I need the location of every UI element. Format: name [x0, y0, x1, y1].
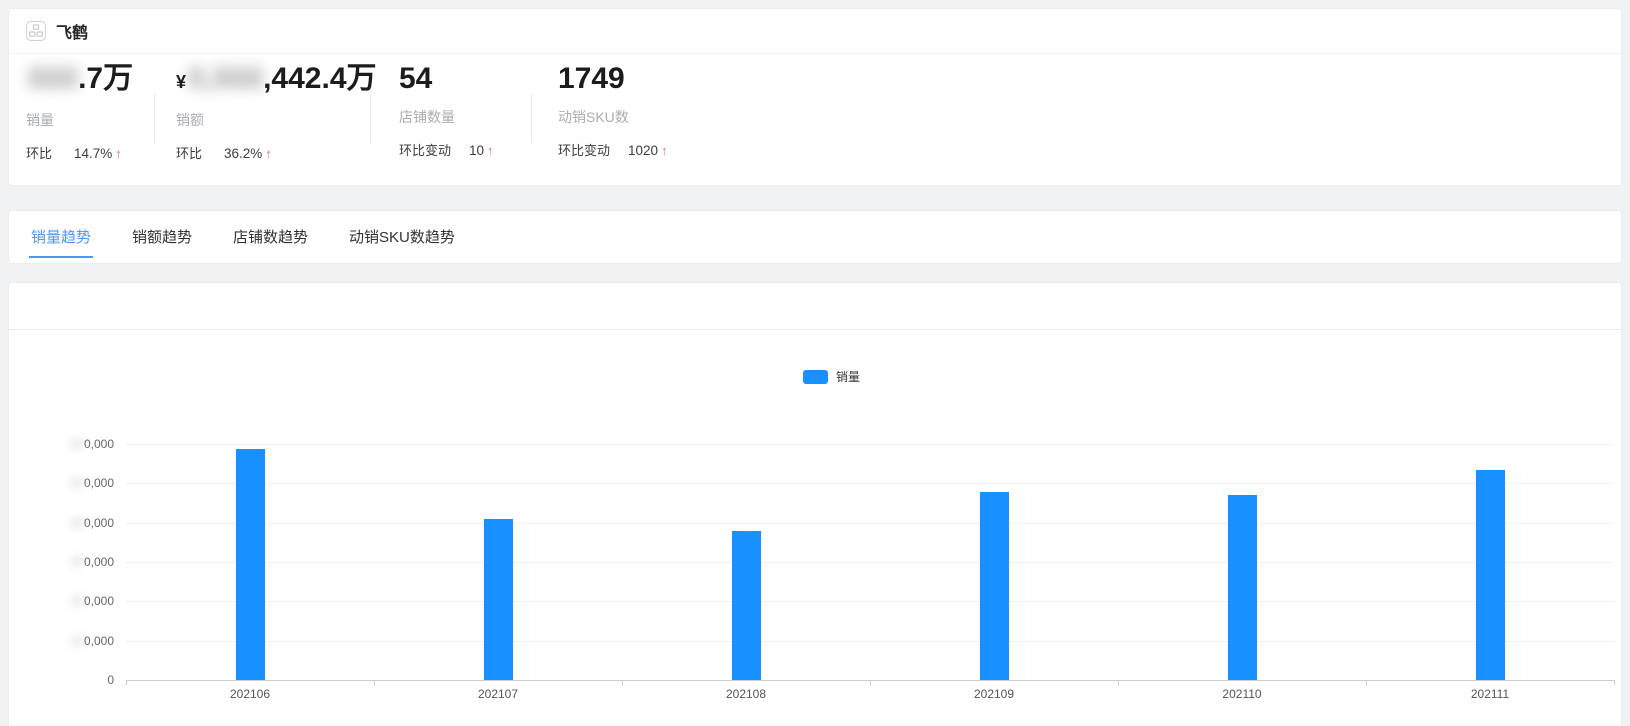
bar-202110[interactable] — [1228, 495, 1257, 680]
redacted-digits: 8,888 — [188, 62, 263, 95]
visible-digits: 0,000 — [84, 634, 114, 648]
x-axis-label: 202110 — [1197, 687, 1287, 701]
change-label: 环比变动 — [399, 143, 451, 158]
brand-icon — [26, 21, 46, 41]
stat-active-sku-count: 1749 动销SKU数 环比变动 1020↑ — [558, 60, 668, 159]
tab-active-sku-trend[interactable]: 动销SKU数趋势 — [347, 226, 457, 256]
stats-row: 888.7万 销量 环比14.7%↑ ¥8,888,442.4万 销额 环比36… — [9, 54, 1621, 185]
divider — [531, 94, 532, 142]
brand-summary-card: 飞鹤 888.7万 销量 环比14.7%↑ ¥8,888,442.4万 销额 环… — [8, 8, 1622, 186]
visible-digits: 1749 — [558, 62, 625, 95]
bar-202109[interactable] — [980, 492, 1009, 680]
redacted-digits: 888 — [28, 62, 78, 95]
bar-202107[interactable] — [484, 519, 513, 680]
x-axis-tick — [870, 680, 871, 685]
gridline — [126, 483, 1614, 484]
change-label: 环比变动 — [558, 143, 610, 158]
stat-label: 销量 — [26, 110, 133, 130]
visible-digits: .7万 — [78, 62, 133, 95]
stat-change: 环比 36.2%↑ — [176, 143, 377, 162]
currency-prefix: ¥ — [176, 72, 186, 92]
trend-tabs-card: 销量趋势 销额趋势 店铺数趋势 动销SKU数趋势 — [8, 210, 1622, 264]
bar-202111[interactable] — [1476, 470, 1505, 680]
stat-value: 54 — [399, 60, 494, 98]
y-axis-label: 600,000 — [9, 436, 114, 452]
change-label: 环比 — [26, 146, 52, 161]
divider — [154, 94, 155, 142]
tab-sales-volume-trend[interactable]: 销量趋势 — [29, 226, 93, 258]
x-axis-tick — [622, 680, 623, 685]
up-arrow-icon: ↑ — [487, 143, 494, 158]
change-value: 1020 — [628, 143, 658, 158]
tab-store-count-trend[interactable]: 店铺数趋势 — [231, 226, 310, 256]
x-axis-label: 202106 — [205, 687, 295, 701]
x-axis-label: 202111 — [1445, 687, 1535, 701]
visible-digits: 0,000 — [84, 437, 114, 451]
gridline — [126, 601, 1614, 602]
y-axis-label: 200,000 — [9, 593, 114, 609]
up-arrow-icon: ↑ — [115, 146, 122, 161]
gridline — [126, 523, 1614, 524]
y-axis-label: 400,000 — [9, 515, 114, 531]
redacted-digits: 30 — [71, 554, 84, 570]
up-arrow-icon: ↑ — [265, 146, 272, 161]
visible-digits: 0,000 — [84, 594, 114, 608]
stat-sales-volume: 888.7万 销量 环比 14.7%↑ — [26, 60, 133, 162]
y-axis-label: 100,000 — [9, 633, 114, 649]
x-axis-label: 202108 — [701, 687, 791, 701]
card-header: 飞鹤 — [9, 9, 1621, 54]
stat-sales-amount: ¥8,888,442.4万 销额 环比 36.2%↑ — [176, 60, 377, 162]
x-axis-tick — [1614, 680, 1615, 685]
tab-bar: 销量趋势 销额趋势 店铺数趋势 动销SKU数趋势 — [9, 211, 1621, 258]
x-axis-tick — [1366, 680, 1367, 685]
chart-plot: 0100,000200,000300,000400,000500,000600,… — [9, 283, 1623, 726]
gridline — [126, 444, 1614, 445]
visible-digits: 0,000 — [84, 516, 114, 530]
x-axis-tick — [374, 680, 375, 685]
x-axis-label: 202107 — [453, 687, 543, 701]
gridline — [126, 562, 1614, 563]
stat-label: 动销SKU数 — [558, 107, 668, 127]
redacted-digits: 50 — [71, 475, 84, 491]
y-axis-label: 500,000 — [9, 475, 114, 491]
visible-digits: 0,000 — [84, 555, 114, 569]
x-axis-label: 202109 — [949, 687, 1039, 701]
redacted-digits: 60 — [71, 436, 84, 452]
stat-value: 1749 — [558, 60, 668, 98]
stat-change: 环比变动 1020↑ — [558, 140, 668, 159]
visible-digits: 0,000 — [84, 476, 114, 490]
change-value: 10 — [469, 143, 484, 158]
visible-digits: ,442.4万 — [263, 62, 376, 95]
x-axis-tick — [126, 680, 127, 685]
trend-chart-card: 销量 0100,000200,000300,000400,000500,0006… — [8, 282, 1622, 726]
up-arrow-icon: ↑ — [661, 143, 668, 158]
change-label: 环比 — [176, 146, 202, 161]
stat-label: 销额 — [176, 110, 377, 130]
redacted-digits: 40 — [71, 515, 84, 531]
stat-store-count: 54 店铺数量 环比变动 10↑ — [399, 60, 494, 159]
stat-change: 环比变动 10↑ — [399, 140, 494, 159]
brand-title: 飞鹤 — [56, 19, 88, 43]
gridline — [126, 641, 1614, 642]
y-axis-label: 300,000 — [9, 554, 114, 570]
stat-value: 888.7万 — [26, 60, 133, 101]
redacted-digits: 10 — [71, 633, 84, 649]
redacted-digits: 20 — [71, 593, 84, 609]
bar-202106[interactable] — [236, 449, 265, 680]
x-axis-tick — [1118, 680, 1119, 685]
stat-value: ¥8,888,442.4万 — [176, 60, 377, 101]
tab-sales-amount-trend[interactable]: 销额趋势 — [130, 226, 194, 256]
stat-change: 环比 14.7%↑ — [26, 143, 133, 162]
bar-202108[interactable] — [732, 531, 761, 680]
stat-label: 店铺数量 — [399, 107, 494, 127]
change-value: 14.7% — [74, 146, 112, 161]
change-value: 36.2% — [224, 146, 262, 161]
y-axis-label: 0 — [9, 672, 114, 688]
divider — [370, 94, 371, 142]
visible-digits: 54 — [399, 62, 432, 95]
